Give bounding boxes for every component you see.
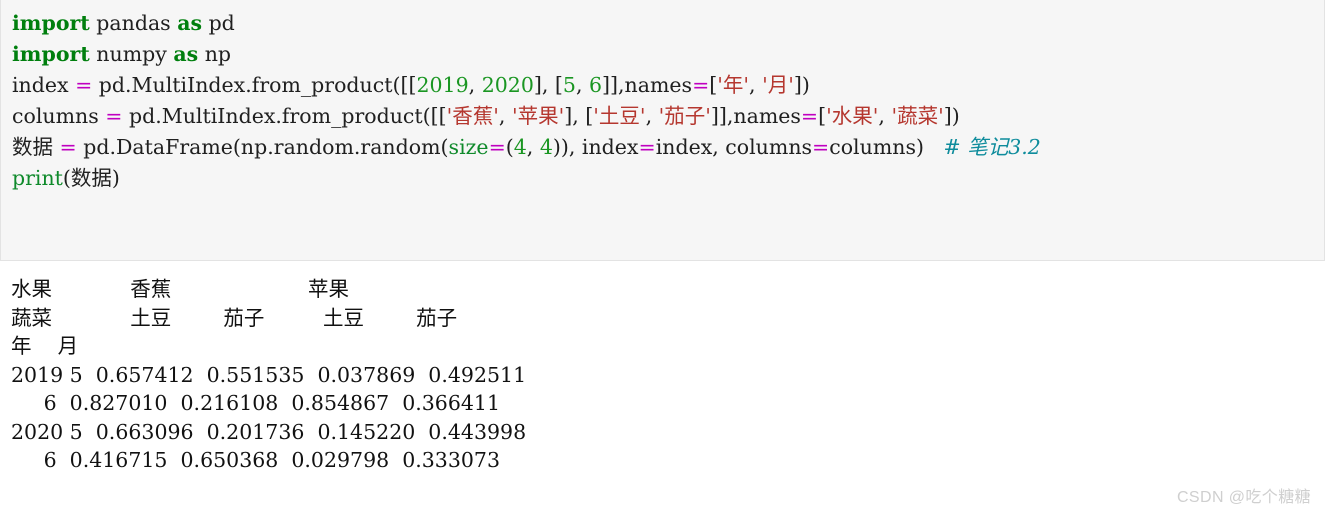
code-token-operator: = xyxy=(812,135,830,159)
code-token-number: 4 xyxy=(513,135,527,159)
code-token-builtin: print xyxy=(12,166,63,190)
code-token-plain: , xyxy=(645,104,659,128)
code-token-number: 5 xyxy=(562,73,576,97)
code-token-plain: , xyxy=(749,73,763,97)
output-line-2: 蔬菜 土豆 茄子 土豆 茄子 xyxy=(11,305,458,330)
code-token-string: '月' xyxy=(762,73,794,97)
code-token-number: 4 xyxy=(539,135,553,159)
code-line-5: 数据 = pd.DataFrame(np.random.random(size=… xyxy=(12,132,1041,163)
output-line-6: 2020 5 0.663096 0.201736 0.145220 0.4439… xyxy=(11,419,527,444)
code-token-plain: ], [ xyxy=(533,73,563,97)
code-token-number: 2020 xyxy=(481,73,534,97)
code-token-plain: )), index xyxy=(552,135,639,159)
code-token-plain: , xyxy=(498,104,512,128)
code-token-operator: = xyxy=(105,104,123,128)
code-token-operator: = xyxy=(488,135,506,159)
code-token-plain: columns xyxy=(12,104,106,128)
code-token-plain: ( xyxy=(505,135,514,159)
code-token-plain: , xyxy=(526,135,540,159)
code-token-string: '蔬菜' xyxy=(891,104,944,128)
code-token-plain: columns) xyxy=(829,135,944,159)
code-token-plain: pandas xyxy=(89,11,178,35)
code-token-string: '茄子' xyxy=(658,104,711,128)
output-line-7: 6 0.416715 0.650368 0.029798 0.333073 xyxy=(11,448,501,472)
output-line-5: 6 0.827010 0.216108 0.854867 0.366411 xyxy=(11,391,501,415)
code-token-keyword: import xyxy=(12,42,90,66)
code-token-plain: pd.MultiIndex.from_product([[ xyxy=(92,73,417,97)
code-token-comment: # 笔记3.2 xyxy=(943,135,1041,159)
code-line-1: import pandas as pd xyxy=(12,8,1041,39)
code-line-6: print(数据) xyxy=(12,163,1041,194)
code-token-plain: numpy xyxy=(89,42,174,66)
code-token-keyword: import xyxy=(12,11,90,35)
code-token-number: 2019 xyxy=(416,73,469,97)
code-token-operator: = xyxy=(800,104,819,128)
code-token-string: '苹果' xyxy=(511,104,565,128)
output-line-3: 年 月 xyxy=(11,334,79,358)
code-token-plain: pd.DataFrame(np.random.random( xyxy=(76,135,449,159)
code-token-string: '年' xyxy=(717,73,750,97)
code-token-plain: ], [ xyxy=(564,104,594,128)
code-token-number: 6 xyxy=(588,73,603,97)
code-token-plain: [ xyxy=(818,104,827,128)
output-line-4: 2019 5 0.657412 0.551535 0.037869 0.4925… xyxy=(11,362,527,387)
code-token-plain: ]) xyxy=(943,104,960,128)
code-token-plain: pd.MultiIndex.from_product([[ xyxy=(122,104,447,128)
code-token-builtin: size xyxy=(448,135,489,159)
code-token-plain: (数据) xyxy=(62,166,120,190)
output-line-1: 水果 香蕉 苹果 xyxy=(11,277,350,301)
code-token-plain: np xyxy=(198,42,232,66)
code-block: import pandas as pd import numpy as np ind… xyxy=(0,0,1325,261)
code-token-operator: = xyxy=(75,73,93,97)
code-token-plain: ]],names xyxy=(602,73,693,97)
code-token-operator: = xyxy=(59,135,77,159)
code-line-3: index = pd.MultiIndex.from_product([[201… xyxy=(12,70,1041,101)
code-token-plain: ]) xyxy=(793,73,810,97)
code-token-plain: , xyxy=(878,104,892,128)
code-token-operator: = xyxy=(638,135,656,159)
code-token-string: '土豆' xyxy=(593,104,646,128)
code-token-string: '香蕉' xyxy=(446,104,499,128)
watermark: CSDN @吃个糖糖 xyxy=(1176,489,1311,506)
code-token-operator: = xyxy=(692,73,710,97)
code-token-plain: 数据 xyxy=(12,135,60,159)
code-token-plain: , xyxy=(468,73,482,97)
code-token-keyword: as xyxy=(177,11,203,35)
code-line-4: columns = pd.MultiIndex.from_product([['… xyxy=(12,101,1041,132)
code-token-plain: pd xyxy=(202,11,235,35)
console-output: 水果 香蕉 苹果蔬菜 土豆 茄子 土豆 茄子年 月 2019 5 0.657412… xyxy=(11,275,526,475)
code-token-plain: , xyxy=(575,73,589,97)
code-token-plain: index, columns xyxy=(655,135,813,159)
code-token-keyword: as xyxy=(173,42,199,66)
code-lines[interactable]: import pandas as pd import numpy as np ind… xyxy=(12,8,1041,194)
code-token-plain: index xyxy=(12,73,76,97)
code-token-string: '水果' xyxy=(826,104,879,128)
code-line-2: import numpy as np xyxy=(12,39,1041,70)
code-token-plain: ]],names xyxy=(710,104,801,128)
